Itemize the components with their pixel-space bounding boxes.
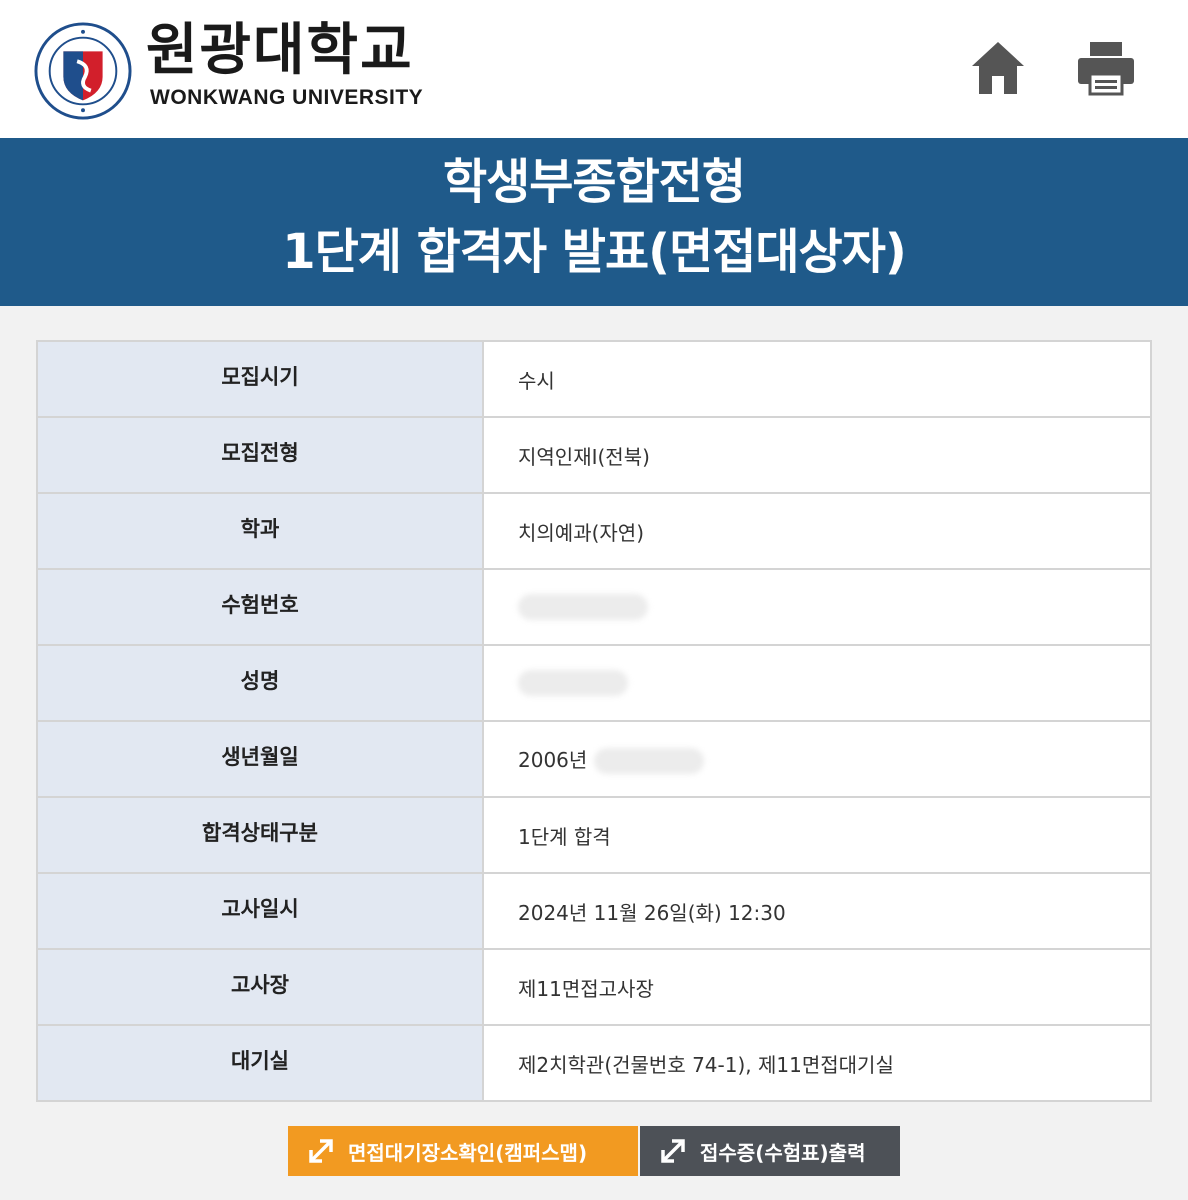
university-seal-icon	[34, 22, 132, 120]
row-value-birthdate: 2006년	[483, 721, 1151, 798]
page-title-line1: 학생부종합전형	[442, 154, 746, 210]
row-label: 고사일시	[37, 873, 484, 950]
table-row: 학과 치의예과(자연)	[37, 493, 1151, 570]
row-value: 1단계 합격	[483, 797, 1151, 874]
table-row: 합격상태구분 1단계 합격	[37, 797, 1151, 874]
printer-icon[interactable]	[1076, 40, 1136, 96]
row-value: 제11면접고사장	[483, 949, 1151, 1026]
campus-map-button-label: 면접대기장소확인(캠퍼스맵)	[348, 1140, 588, 1165]
row-label: 대기실	[37, 1025, 484, 1101]
print-admission-ticket-button[interactable]: 접수증(수험표)출력	[640, 1126, 900, 1176]
table-row: 고사일시 2024년 11월 26일(화) 12:30	[37, 873, 1151, 950]
row-value-redacted	[483, 645, 1151, 722]
row-value: 치의예과(자연)	[483, 493, 1151, 570]
birth-year: 2006년	[518, 747, 588, 772]
home-icon[interactable]	[968, 38, 1028, 98]
table-row: 수험번호	[37, 569, 1151, 646]
table-row: 성명	[37, 645, 1151, 722]
row-value: 지역인재Ⅰ(전북)	[483, 417, 1151, 494]
row-value: 제2치학관(건물번호 74-1), 제11면접대기실	[483, 1025, 1151, 1101]
table-row: 생년월일 2006년	[37, 721, 1151, 798]
external-link-icon	[309, 1139, 333, 1163]
table-row: 모집시기 수시	[37, 341, 1151, 418]
redacted-exam-number	[518, 594, 648, 621]
page-title-line2: 1단계 합격자 발표(면접대상자)	[282, 224, 907, 280]
university-logo-english: WONKWANG UNIVERSITY	[150, 86, 424, 109]
redacted-name	[518, 670, 628, 697]
row-label: 고사장	[37, 949, 484, 1026]
row-value-redacted	[483, 569, 1151, 646]
row-value: 수시	[483, 341, 1151, 418]
row-label: 성명	[37, 645, 484, 722]
row-label: 생년월일	[37, 721, 484, 798]
row-label: 학과	[37, 493, 484, 570]
print-admission-ticket-button-label: 접수증(수험표)출력	[700, 1140, 866, 1165]
external-link-icon	[661, 1139, 685, 1163]
table-row: 대기실 제2치학관(건물번호 74-1), 제11면접대기실	[37, 1025, 1151, 1101]
row-label: 모집전형	[37, 417, 484, 494]
table-row: 모집전형 지역인재Ⅰ(전북)	[37, 417, 1151, 494]
result-table: 모집시기 수시 모집전형 지역인재Ⅰ(전북) 학과 치의예과(자연) 수험번호 …	[36, 340, 1152, 1102]
row-label: 합격상태구분	[37, 797, 484, 874]
site-header: 원광대학교 WONKWANG UNIVERSITY	[0, 0, 1188, 138]
row-label: 수험번호	[37, 569, 484, 646]
table-row: 고사장 제11면접고사장	[37, 949, 1151, 1026]
redacted-birthdate	[593, 748, 704, 775]
university-logo-korean: 원광대학교	[146, 17, 414, 83]
campus-map-button[interactable]: 면접대기장소확인(캠퍼스맵)	[288, 1126, 638, 1176]
row-value: 2024년 11월 26일(화) 12:30	[483, 873, 1151, 950]
page-banner: 학생부종합전형 1단계 합격자 발표(면접대상자)	[0, 138, 1188, 306]
row-label: 모집시기	[37, 341, 484, 418]
